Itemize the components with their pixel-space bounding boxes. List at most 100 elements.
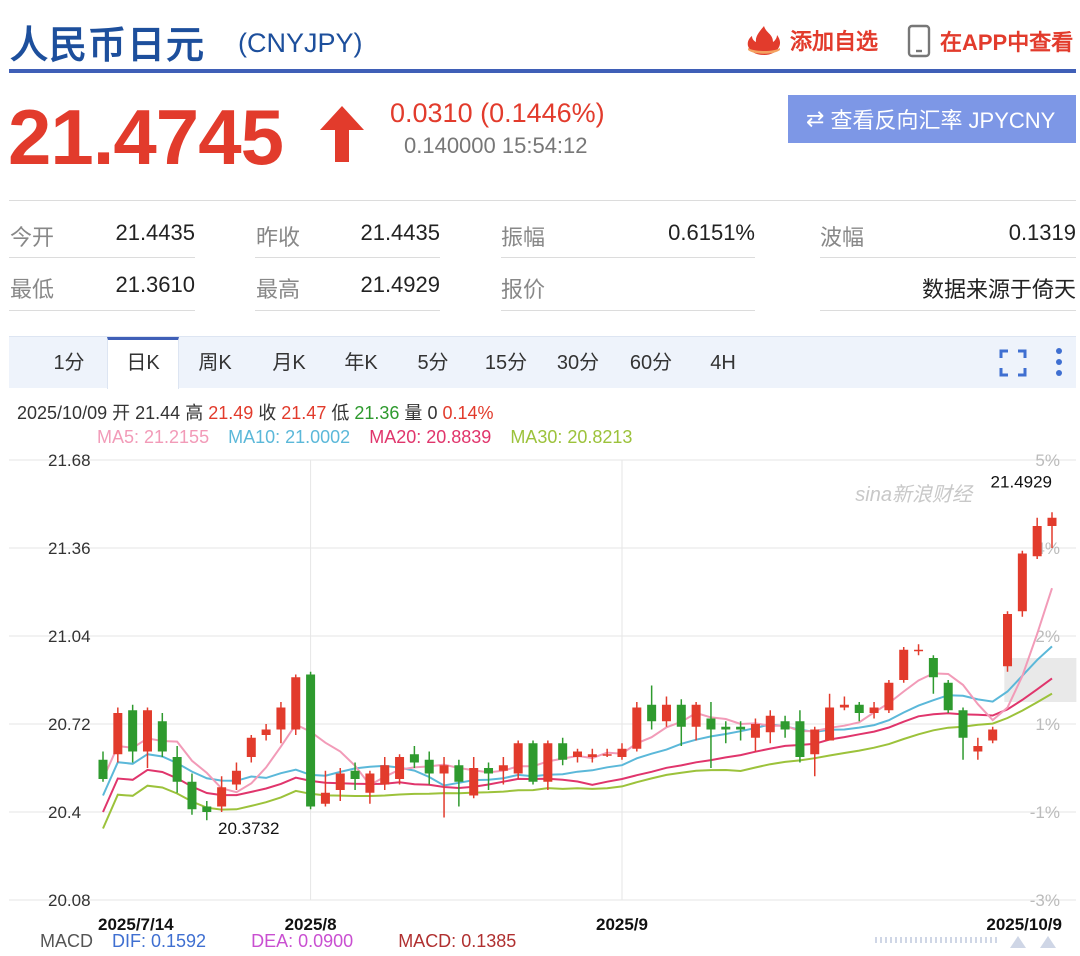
tab-weekly[interactable]: 周K xyxy=(184,337,246,389)
stats-row: 今开 21.4435 昨收 21.4435 振幅 0.6151% 波幅 0.13… xyxy=(0,204,1080,256)
view-in-app-label: 在APP中查看 xyxy=(940,30,1074,55)
tab-30min[interactable]: 30分 xyxy=(547,337,609,389)
add-watchlist-button[interactable]: 添加自选 xyxy=(746,24,878,56)
info-low-label: 低 xyxy=(331,403,350,423)
ma20-value: MA20: 20.8839 xyxy=(369,427,492,447)
fire-icon xyxy=(747,26,781,55)
header: 人民币日元 (CNYJPY) 添加自选 在APP中查看 xyxy=(0,0,1080,74)
x-tick-label: 2025/10/9 xyxy=(986,915,1062,934)
y-tick-label: 21.36 xyxy=(48,539,91,558)
stats-divider xyxy=(255,310,440,311)
candle-body xyxy=(928,658,938,678)
candle-body xyxy=(973,746,983,752)
prevclose-value: 21.4435 xyxy=(360,220,440,245)
tab-15min[interactable]: 15分 xyxy=(475,337,537,389)
open-label: 今开 xyxy=(10,225,55,250)
candle-body xyxy=(691,704,701,727)
scroll-right-icon xyxy=(1040,936,1056,948)
tab-yearly[interactable]: 年K xyxy=(330,337,392,389)
info-vol-label: 量 xyxy=(404,403,423,423)
candle-body xyxy=(142,710,152,752)
info-high-label: 高 xyxy=(185,403,204,423)
candle-body xyxy=(825,707,835,741)
info-pct: 0.14% xyxy=(442,403,494,423)
ohlc-info: 2025/10/09 开 21.44 高 21.49 收 21.47 低 21.… xyxy=(17,399,494,425)
data-source: 数据来源于倚天 xyxy=(921,277,1076,302)
candle-body xyxy=(335,773,345,790)
period-tabs: 1分 日K 周K 月K 年K 5分 15分 30分 60分 4H xyxy=(9,336,1076,389)
candle-body xyxy=(1047,517,1057,526)
tab-5min[interactable]: 5分 xyxy=(404,337,462,389)
candle-body xyxy=(454,765,464,782)
candle-body xyxy=(765,715,775,733)
up-arrow-icon xyxy=(320,106,364,162)
pct-tick-label: 5% xyxy=(1035,451,1060,470)
candle-body xyxy=(558,743,568,760)
x-tick-label: 2025/9 xyxy=(596,915,648,934)
candle-body xyxy=(899,649,909,680)
candle-body xyxy=(647,704,657,722)
candle-body xyxy=(172,757,182,782)
candle-body xyxy=(750,724,760,738)
tab-1min[interactable]: 1分 xyxy=(39,337,99,389)
candle-body xyxy=(484,768,494,774)
ma10-value: MA10: 21.0002 xyxy=(228,427,351,447)
info-open-label: 开 xyxy=(112,403,131,423)
candlestick-chart[interactable]: 21.68 5%21.36 4%21.04 2%20.72 1%20.4 -1%20.08… xyxy=(0,446,1080,956)
swap-icon: ⇄ xyxy=(806,106,825,131)
more-options-icon[interactable] xyxy=(1055,347,1063,377)
candle-body xyxy=(157,721,167,752)
candle-body xyxy=(395,757,405,779)
info-date: 2025/10/09 xyxy=(17,403,108,423)
watermark-logo: sina新浪财经 xyxy=(855,484,974,506)
candle-body xyxy=(587,754,597,757)
y-tick-label: 20.72 xyxy=(48,715,91,734)
candle-body xyxy=(632,707,642,749)
info-close: 21.47 xyxy=(281,403,327,423)
tab-monthly[interactable]: 月K xyxy=(258,337,320,389)
min-price-label: 20.3732 xyxy=(218,819,279,838)
candle-body xyxy=(513,743,523,774)
candle-body xyxy=(424,759,434,774)
tab-60min[interactable]: 60分 xyxy=(619,337,683,389)
candle-body xyxy=(795,721,805,757)
candle-body xyxy=(884,682,894,711)
view-in-app-button[interactable]: 在APP中查看 xyxy=(906,24,1073,58)
highlight-box xyxy=(1004,658,1077,702)
candle-body xyxy=(1032,526,1042,557)
info-open: 21.44 xyxy=(135,403,181,423)
prevclose-label: 昨收 xyxy=(256,225,301,250)
macd-legend: MACD DIF: 0.1592 DEA: 0.0900 MACD: 0.138… xyxy=(40,931,556,952)
candle-body xyxy=(543,743,553,782)
candle-body xyxy=(958,710,968,738)
candle-body xyxy=(231,770,241,785)
candle-body xyxy=(261,729,271,735)
candle-body xyxy=(498,765,508,771)
header-divider xyxy=(9,69,1076,73)
candle-body xyxy=(661,704,671,722)
low-value: 21.3610 xyxy=(115,272,195,297)
stats-top-divider xyxy=(9,200,1076,201)
phone-icon xyxy=(907,24,931,58)
tab-daily[interactable]: 日K xyxy=(107,337,179,389)
y-tick-label: 21.68 xyxy=(48,451,91,470)
wave-label: 波幅 xyxy=(820,225,865,250)
amplitude-label: 振幅 xyxy=(501,225,546,250)
candle-body xyxy=(528,743,538,782)
candle-body xyxy=(721,726,731,730)
dif-value: DIF: 0.1592 xyxy=(112,931,207,951)
candle-body xyxy=(780,721,790,730)
stats-row: 最低 21.3610 最高 21.4929 报价 数据来源于倚天 xyxy=(0,258,1080,310)
candle-body xyxy=(291,677,301,730)
candle-body xyxy=(869,707,879,713)
candle-body xyxy=(128,710,138,752)
candle-body xyxy=(409,754,419,763)
candle-body xyxy=(1003,614,1013,667)
candle-body xyxy=(439,765,449,774)
tab-4h[interactable]: 4H xyxy=(697,337,749,389)
price-change: 0.0310 (0.1446%) xyxy=(390,98,605,128)
reverse-rate-button[interactable]: ⇄ 查看反向汇率 JPYCNY xyxy=(788,95,1076,143)
fullscreen-icon[interactable] xyxy=(999,349,1027,377)
candle-body xyxy=(246,737,256,757)
candle-body xyxy=(380,765,390,785)
